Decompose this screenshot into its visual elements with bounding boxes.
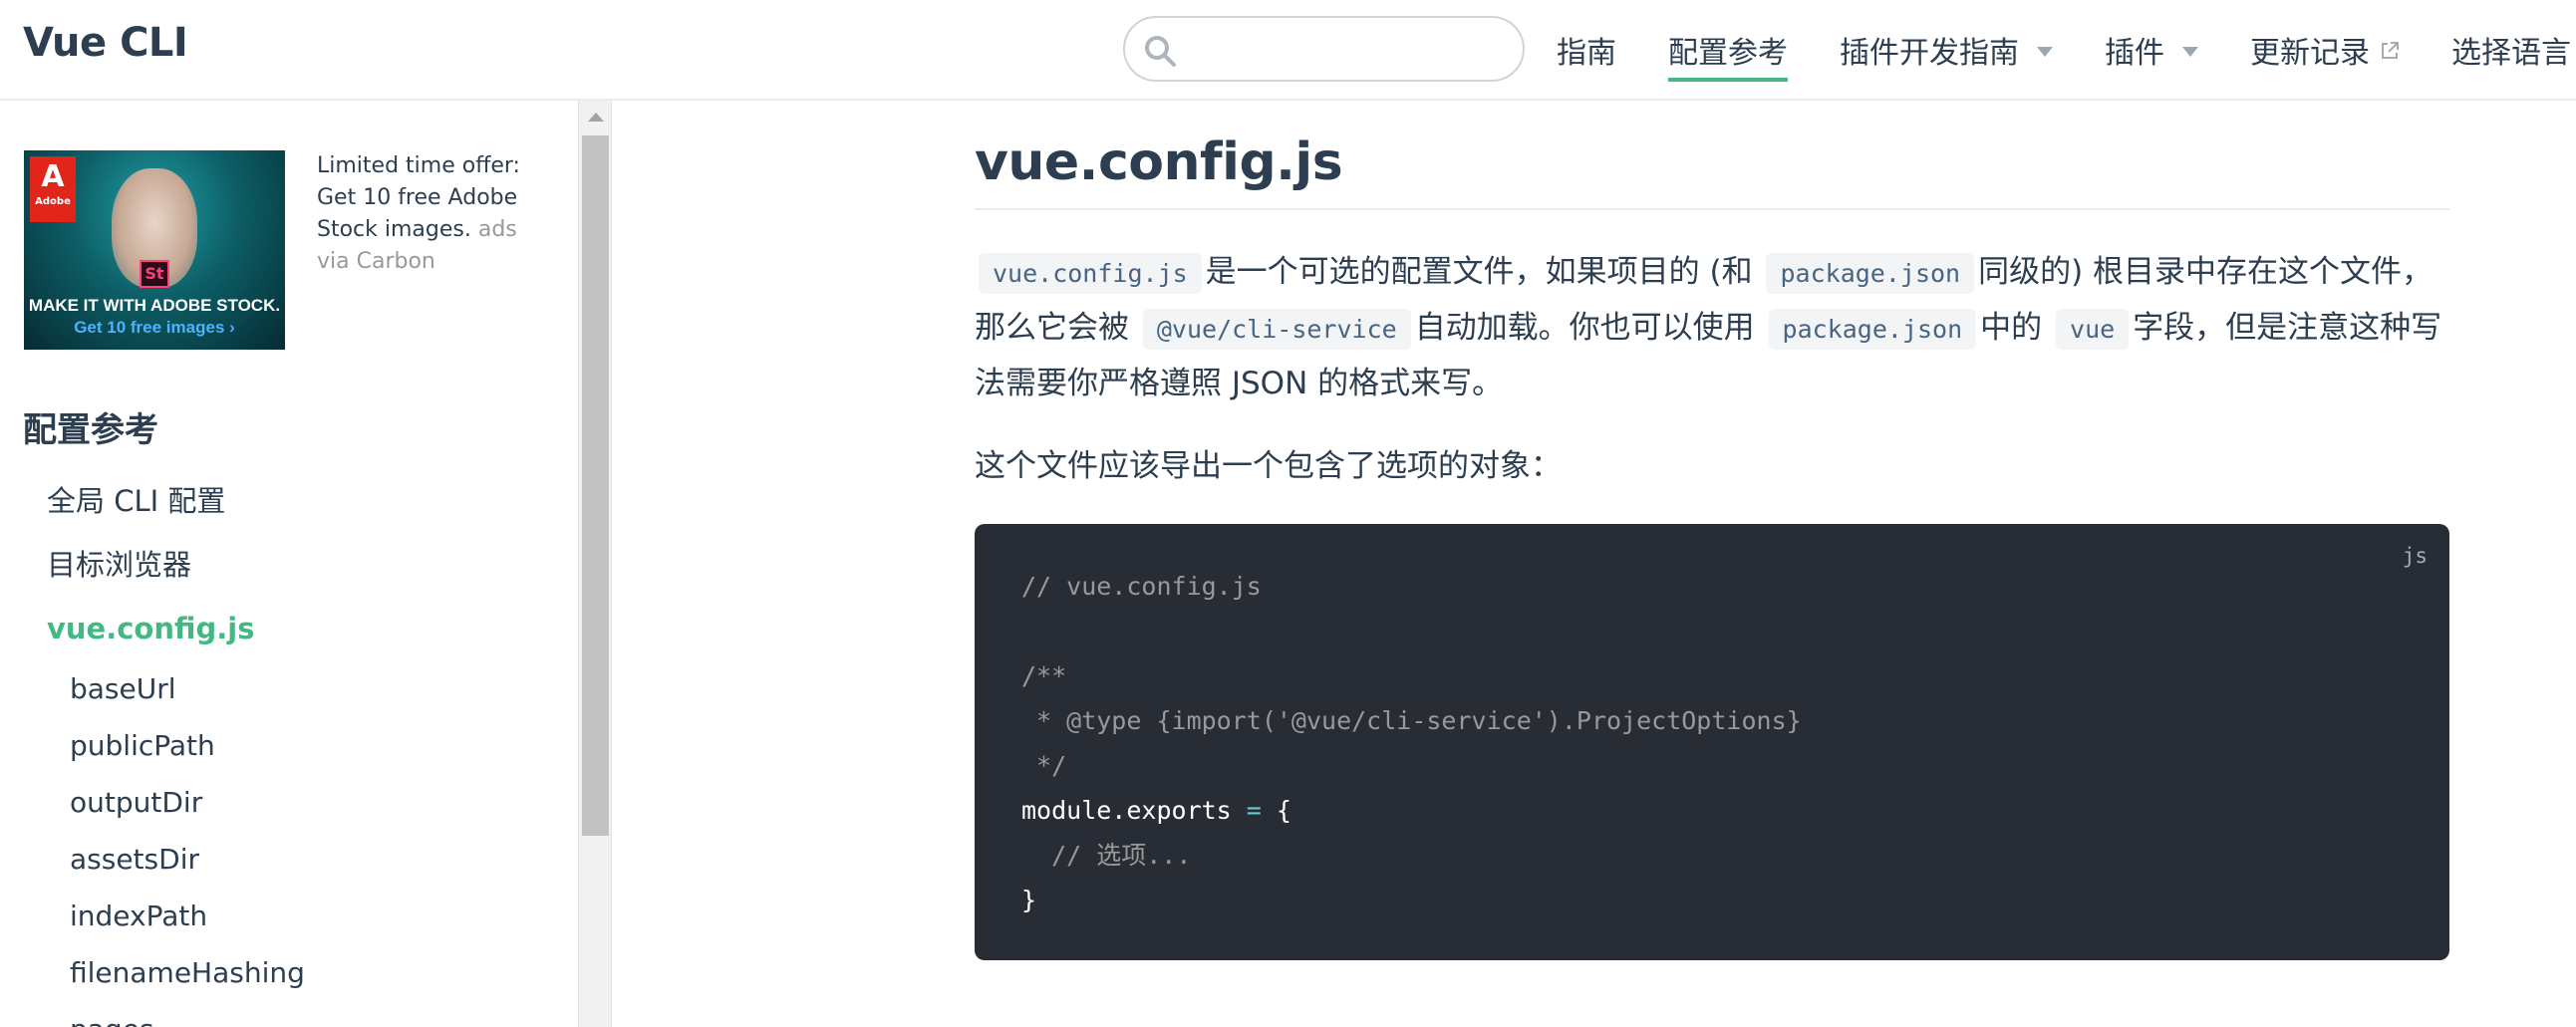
sidebar-heading[interactable]: 配置参考	[23, 402, 158, 451]
sidebar-subitem-assetsdir[interactable]: assetsDir	[0, 831, 578, 888]
search-input[interactable]	[1191, 28, 1500, 70]
inline-code: package.json	[1766, 253, 1975, 294]
code-identifier: module.exports	[1021, 796, 1232, 825]
chevron-down-icon	[2182, 47, 2198, 57]
inline-code: vue.config.js	[979, 253, 1202, 294]
ad-cta: Get 10 free images ›	[74, 318, 235, 337]
sidebar-list: 全局 CLI 配置 目标浏览器 vue.config.js baseUrl pu…	[0, 469, 578, 1027]
paragraph-text: 中的	[1980, 310, 2043, 346]
code-comment: */	[1021, 751, 1067, 780]
paragraph-text: 自动加载。你也可以使用	[1414, 310, 1755, 346]
inline-code: package.json	[1768, 309, 1977, 350]
inline-code: vue	[2056, 309, 2130, 350]
adobe-stock-badge: St	[140, 260, 169, 288]
nav-link-label: 指南	[1557, 36, 1616, 71]
code-content: // vue.config.js /** * @type {import('@v…	[1021, 564, 1802, 922]
sidebar-item-browser-compatibility[interactable]: 目标浏览器	[0, 533, 578, 597]
page-title: vue.config.js	[975, 132, 1343, 192]
nav-link-label: 插件	[2105, 36, 2164, 71]
code-operator: =	[1246, 796, 1262, 825]
chevron-down-icon	[2037, 47, 2053, 57]
inline-code: @vue/cli-service	[1142, 309, 1411, 350]
nav-link-config[interactable]: 配置参考	[1668, 28, 1788, 82]
scrollbar-thumb[interactable]	[582, 135, 609, 836]
nav-link-label: 插件开发指南	[1840, 36, 2019, 71]
sidebar-subitem-baseurl[interactable]: baseUrl	[0, 660, 578, 717]
code-comment: // vue.config.js	[1021, 572, 1262, 601]
carbon-ad-text: Limited time offer: Get 10 free Adobe St…	[317, 150, 536, 278]
scroll-up-arrow-icon[interactable]	[588, 113, 604, 122]
carbon-ad-image[interactable]: A Adobe St MAKE IT WITH ADOBE STOCK. Get …	[24, 150, 285, 350]
nav-link-label: 选择语言	[2451, 36, 2571, 71]
nav-link-changelog[interactable]: 更新记录	[2250, 28, 2400, 72]
nav-link-label: 更新记录	[2250, 36, 2370, 71]
nav-link-label: 配置参考	[1668, 36, 1788, 71]
sidebar-subitem-pages[interactable]: pages	[0, 1001, 578, 1027]
sidebar-item-vue-config-js[interactable]: vue.config.js	[0, 597, 578, 660]
sidebar-item-global-cli-config[interactable]: 全局 CLI 配置	[0, 469, 578, 533]
code-block: js // vue.config.js /** * @type {import(…	[975, 524, 2449, 960]
search-box[interactable]	[1123, 16, 1525, 82]
nav-links: 指南 配置参考 插件开发指南 插件 更新记录 选择语言	[1557, 0, 2576, 100]
code-comment: * @type {import('@vue/cli-service').Proj…	[1021, 706, 1802, 735]
nav-dropdown-plugins[interactable]: 插件	[2105, 28, 2198, 72]
code-comment: // 选项...	[1021, 841, 1192, 870]
sidebar-subitem-publicpath[interactable]: publicPath	[0, 717, 578, 774]
adobe-logo-text: Adobe	[35, 196, 71, 207]
navbar: Vue CLI 指南 配置参考 插件开发指南 插件 更新记录 选择语言	[0, 0, 2576, 101]
nav-dropdown-plugin-dev[interactable]: 插件开发指南	[1840, 28, 2053, 72]
search-icon	[1145, 36, 1176, 67]
intro-paragraph: vue.config.js 是一个可选的配置文件，如果项目的 (和 package…	[975, 245, 2449, 411]
adobe-logo: A Adobe	[30, 156, 76, 222]
nav-link-guide[interactable]: 指南	[1557, 28, 1616, 72]
code-brace: }	[1021, 886, 1037, 914]
code-brace: {	[1276, 796, 1291, 825]
sidebar-subitem-filenamehashing[interactable]: filenameHashing	[0, 944, 578, 1001]
code-language-label: js	[2402, 544, 2428, 568]
paragraph-text: 是一个可选的配置文件，如果项目的 (和	[1205, 254, 1753, 290]
sidebar-scrollbar[interactable]	[578, 101, 612, 1027]
nav-dropdown-language[interactable]: 选择语言	[2451, 28, 2576, 72]
sidebar: A Adobe St MAKE IT WITH ADOBE STOCK. Get …	[0, 101, 578, 1027]
external-link-icon	[2382, 42, 2399, 59]
title-divider	[975, 208, 2449, 210]
sidebar-subitem-indexpath[interactable]: indexPath	[0, 888, 578, 944]
ad-tagline: MAKE IT WITH ADOBE STOCK.	[28, 296, 281, 315]
site-name-link[interactable]: Vue CLI	[23, 20, 188, 66]
export-paragraph: 这个文件应该导出一个包含了选项的对象：	[975, 448, 1562, 484]
code-comment: /**	[1021, 661, 1067, 690]
sidebar-subitem-outputdir[interactable]: outputDir	[0, 774, 578, 831]
